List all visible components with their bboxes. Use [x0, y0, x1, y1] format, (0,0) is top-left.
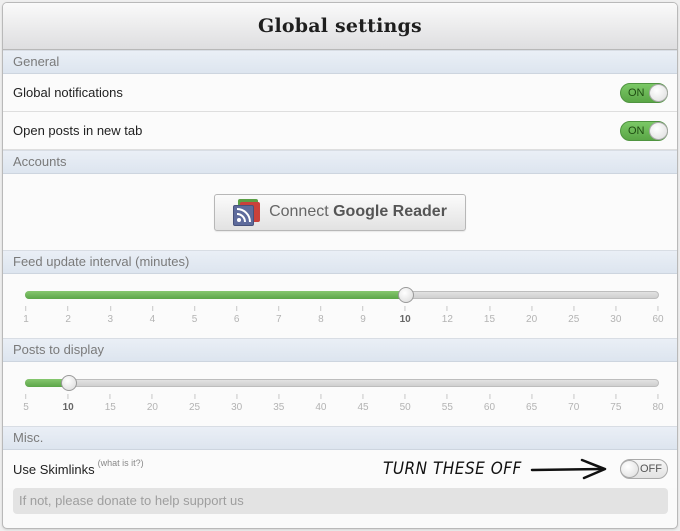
section-accounts-header: Accounts — [3, 150, 677, 174]
tick-label: 5 — [192, 306, 197, 325]
donate-field[interactable]: If not, please donate to help support us — [13, 488, 668, 514]
tick-label: 80 — [652, 394, 664, 413]
rss-feed-icon — [233, 198, 261, 226]
tick-label: 50 — [400, 394, 411, 413]
slider-handle[interactable] — [398, 287, 415, 303]
tick-label: 1 — [23, 306, 29, 325]
feed-interval-slider-container: 1 2 3 4 5 6 7 8 9 10 12 15 20 25 30 60 — [3, 274, 677, 338]
tick-label: 9 — [360, 306, 366, 325]
setting-skimlinks: Use Skimlinks (what is it?) TURN THESE OF… — [3, 450, 677, 488]
toggle-state-label: ON — [628, 86, 645, 99]
connect-label: Connect Google Reader — [269, 203, 447, 220]
skimlinks-label: Use Skimlinks — [13, 461, 95, 477]
tick-label: 5 — [23, 394, 29, 413]
toggle-knob — [649, 83, 668, 102]
accounts-body: Connect Google Reader — [3, 174, 677, 250]
toggle-knob — [620, 460, 639, 478]
annotation-text: TURN THESE OFF — [383, 459, 522, 479]
global-notifications-toggle[interactable]: ON — [620, 82, 668, 103]
tick-label: 3 — [107, 306, 113, 325]
tick-label: 30 — [231, 394, 242, 413]
tick-label: 65 — [526, 394, 537, 413]
tick-label: 45 — [358, 394, 369, 413]
tick-label: 25 — [568, 306, 579, 325]
what-is-it-link[interactable]: (what is it?) — [98, 458, 144, 468]
feed-interval-ticks: 1 2 3 4 5 6 7 8 9 10 12 15 20 25 30 60 — [23, 306, 664, 326]
settings-panel: Global settings General Global notificat… — [2, 2, 678, 529]
setting-open-new-tab: Open posts in new tab ON — [3, 112, 677, 150]
title-bar: Global settings — [3, 3, 677, 50]
tick-label: 30 — [610, 306, 621, 325]
section-posts-header: Posts to display — [3, 338, 677, 362]
tick-label: 75 — [610, 394, 621, 413]
toggle-state-label: OFF — [640, 463, 662, 475]
tick-label: 40 — [315, 394, 326, 413]
tick-label: 6 — [234, 306, 239, 325]
tick-label: 35 — [273, 394, 284, 413]
tick-label: 60 — [652, 306, 664, 325]
section-feed-interval-header: Feed update interval (minutes) — [3, 250, 677, 274]
arrow-right-icon — [530, 458, 607, 480]
posts-to-display-slider[interactable] — [25, 375, 659, 391]
tick-label: 4 — [150, 306, 155, 325]
toggle-knob — [649, 121, 668, 140]
tick-label: 60 — [484, 394, 495, 413]
tick-label: 12 — [442, 306, 453, 325]
section-general-header: General — [3, 50, 677, 74]
tick-label: 15 — [105, 394, 116, 413]
posts-ticks: 5 10 15 20 25 30 35 40 45 50 55 60 65 70 75 80 — [23, 394, 664, 414]
tick-label: 25 — [189, 394, 200, 413]
connect-google-reader-button[interactable]: Connect Google Reader — [214, 193, 466, 231]
setting-global-notifications: Global notifications ON — [3, 74, 677, 112]
tick-label: 10 — [63, 394, 74, 413]
tick-label: 8 — [318, 306, 324, 325]
feed-interval-slider[interactable] — [25, 287, 659, 303]
slider-fill — [25, 291, 406, 299]
page-title: Global settings — [258, 15, 422, 37]
annotation-callout: TURN THESE OFF — [383, 458, 610, 480]
open-new-tab-label: Open posts in new tab — [13, 123, 143, 138]
tick-label: 10 — [400, 306, 411, 325]
slider-handle[interactable] — [61, 375, 78, 391]
toggle-state-label: ON — [628, 124, 645, 137]
skimlinks-toggle[interactable]: OFF — [620, 459, 668, 479]
tick-label: 20 — [526, 306, 537, 325]
global-notifications-label: Global notifications — [13, 85, 123, 100]
tick-label: 15 — [484, 306, 495, 325]
tick-label: 70 — [568, 394, 579, 413]
open-new-tab-toggle[interactable]: ON — [620, 120, 668, 141]
tick-label: 20 — [147, 394, 158, 413]
skimlinks-label-group: Use Skimlinks (what is it?) — [13, 458, 144, 477]
section-misc-header: Misc. — [3, 426, 677, 450]
tick-label: 2 — [65, 306, 71, 325]
tick-label: 7 — [276, 306, 282, 325]
posts-slider-container: 5 10 15 20 25 30 35 40 45 50 55 60 65 70 75 80 — [3, 362, 677, 426]
tick-label: 55 — [442, 394, 453, 413]
